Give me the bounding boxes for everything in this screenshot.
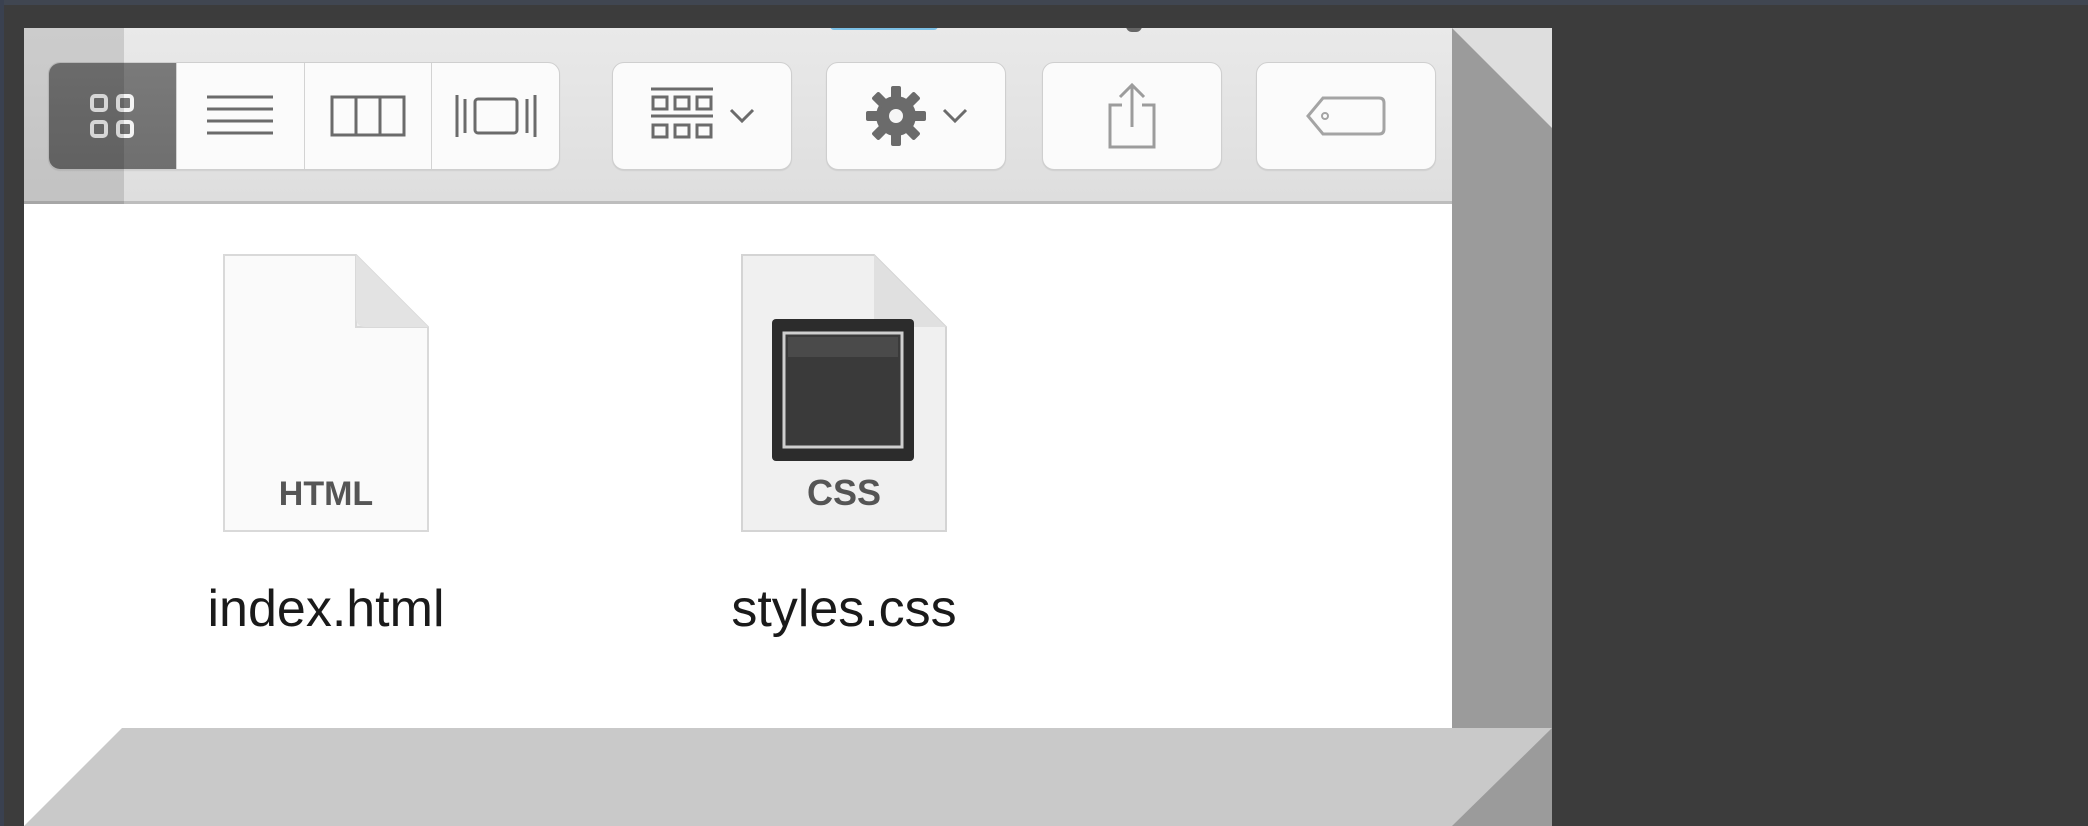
tags-button[interactable] bbox=[1256, 62, 1436, 170]
file-item[interactable]: CSS styles.css bbox=[664, 249, 1024, 639]
file-badge: CSS bbox=[807, 472, 881, 513]
share-icon bbox=[1108, 82, 1156, 149]
bevel-frame-right-top bbox=[1452, 28, 1552, 128]
file-badge: HTML bbox=[279, 475, 373, 513]
desktop-background: HTML index.html CSS styles.css bbox=[0, 0, 2088, 826]
column-view-button[interactable] bbox=[305, 63, 433, 169]
screen-top-edge bbox=[0, 0, 2088, 5]
coverflow-icon bbox=[455, 95, 537, 137]
window-title-highlight bbox=[830, 28, 938, 30]
file-name: styles.css bbox=[731, 580, 957, 638]
arrange-button[interactable] bbox=[612, 62, 792, 170]
file-name: index.html bbox=[207, 580, 445, 638]
bevel-frame-bottom-right bbox=[1452, 728, 1552, 826]
view-mode-segmented-control bbox=[48, 62, 560, 170]
action-button[interactable] bbox=[826, 62, 1006, 170]
columns-icon bbox=[330, 95, 406, 137]
finder-toolbar bbox=[24, 28, 1552, 204]
gear-icon bbox=[866, 86, 926, 146]
html-file-icon: HTML bbox=[216, 249, 436, 539]
list-icon bbox=[207, 95, 274, 135]
bevel-frame-bottom-left bbox=[24, 728, 122, 826]
finder-window: HTML index.html CSS styles.css bbox=[24, 28, 1552, 826]
css-file-icon: CSS bbox=[734, 249, 954, 539]
bevel-frame-bottom bbox=[24, 728, 1552, 826]
chevron-down-icon bbox=[942, 108, 968, 124]
list-view-button[interactable] bbox=[177, 63, 305, 169]
bevel-frame-right bbox=[1452, 28, 1552, 826]
tag-icon bbox=[1306, 96, 1386, 136]
window-title-dot bbox=[1126, 28, 1142, 32]
chevron-down-icon bbox=[729, 108, 755, 124]
cover-flow-view-button[interactable] bbox=[432, 63, 559, 169]
screen-left-edge bbox=[0, 0, 4, 826]
toolbar-shadow-overlay bbox=[24, 28, 124, 204]
file-item[interactable]: HTML index.html bbox=[146, 249, 506, 639]
arrange-grid-icon bbox=[651, 87, 713, 139]
share-button[interactable] bbox=[1042, 62, 1222, 170]
